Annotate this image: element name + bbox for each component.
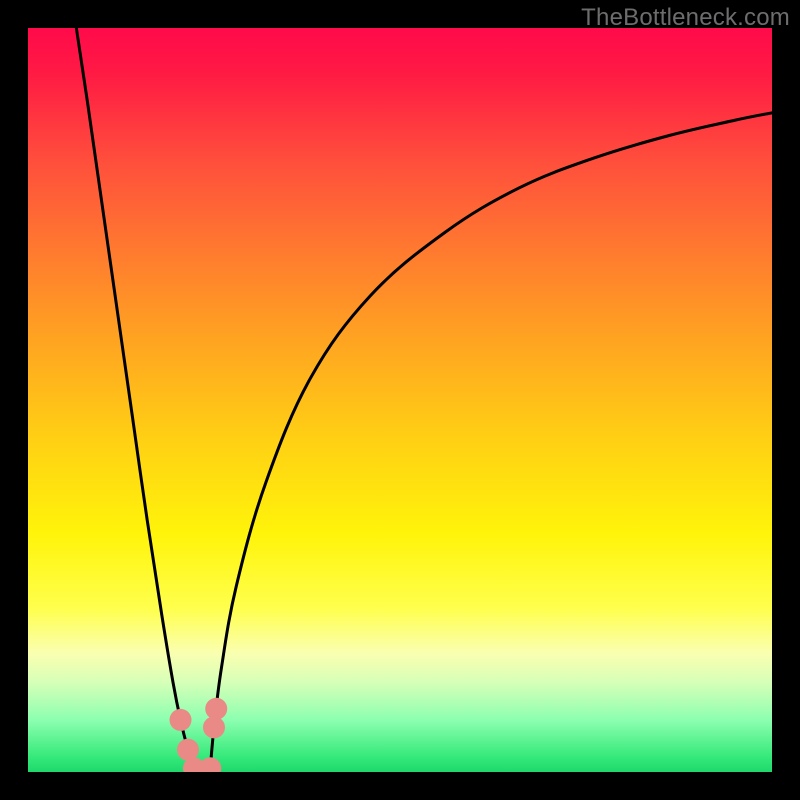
data-marker (203, 716, 225, 738)
data-marker (177, 739, 199, 761)
curves-svg (28, 28, 772, 772)
data-marker (199, 757, 221, 772)
plot-area (28, 28, 772, 772)
watermark-text: TheBottleneck.com (581, 4, 790, 32)
curve-right-branch (210, 113, 772, 768)
chart-frame: TheBottleneck.com (0, 0, 800, 800)
data-marker (205, 698, 227, 720)
data-marker (170, 709, 192, 731)
curve-left-branch (76, 28, 194, 768)
